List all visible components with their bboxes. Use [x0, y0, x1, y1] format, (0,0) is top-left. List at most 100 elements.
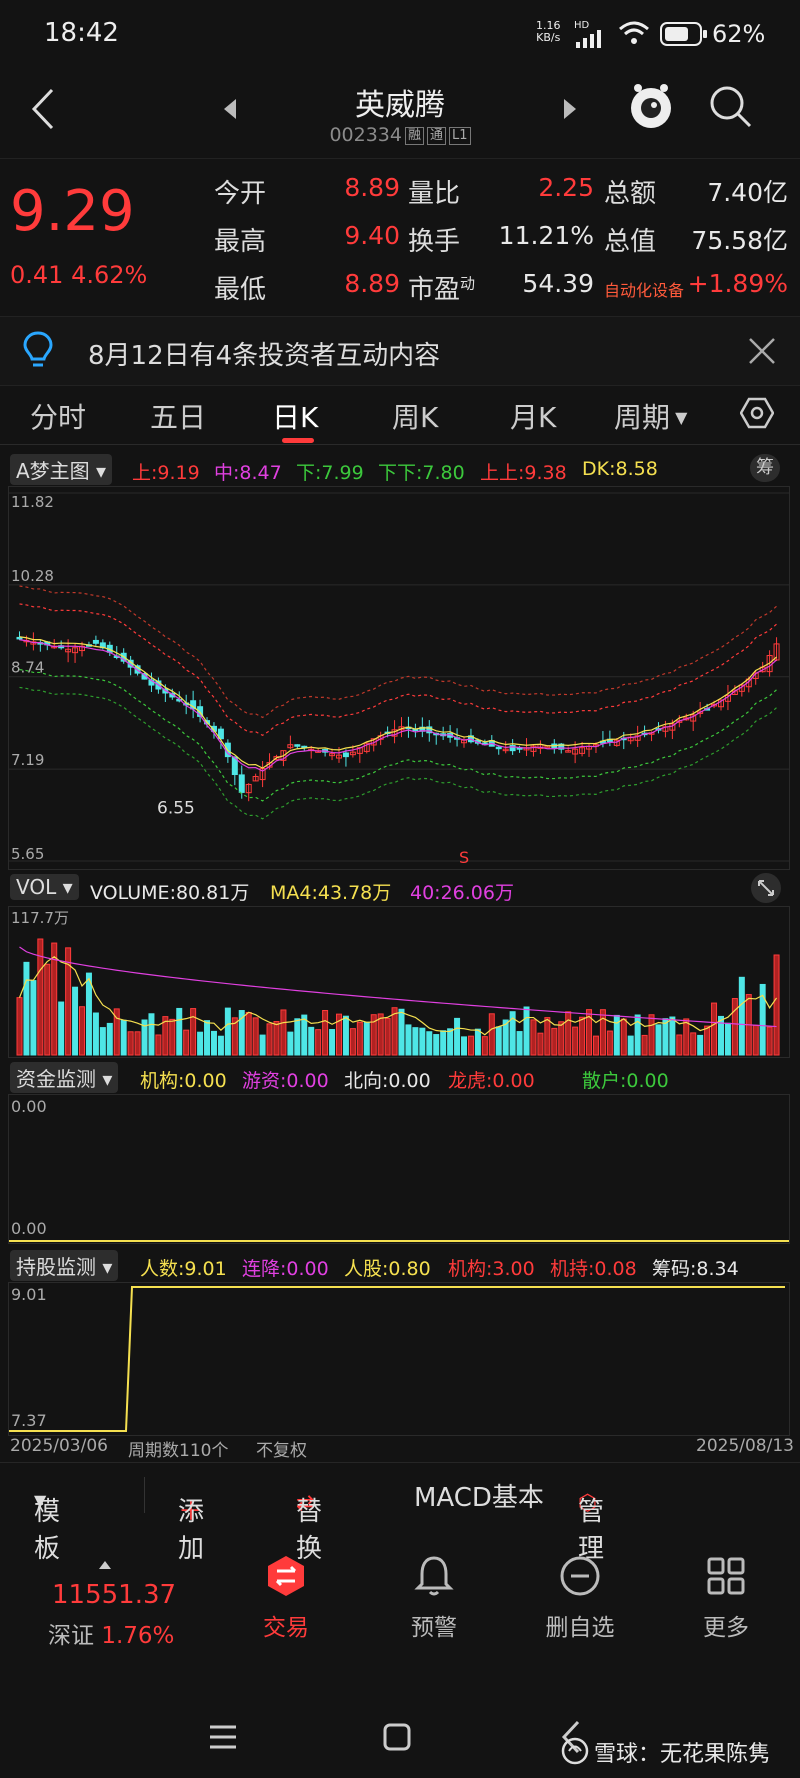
watermark-text: 雪球：无花果陈隽: [594, 1742, 771, 1767]
axis-adjust-mode[interactable]: 不复权: [256, 1436, 307, 1461]
investor-notice[interactable]: 8月12日有4条投资者互动内容: [0, 316, 800, 386]
sector-name[interactable]: 自动化设备: [604, 277, 684, 301]
volume-svg: 117.7万: [11, 909, 780, 1056]
ind-lower: 下:7.99: [296, 462, 364, 484]
volume-bar: [99, 1027, 106, 1056]
fund-indicator-dropdown[interactable]: 资金监测 ▾: [10, 1062, 119, 1093]
tab-monthly-k[interactable]: 月K: [510, 396, 556, 436]
volume-bar: [461, 1036, 468, 1056]
candle-body: [16, 636, 23, 640]
volume-bar: [419, 1027, 426, 1056]
volume-bar: [481, 1036, 488, 1056]
label-volume-ratio: 量比: [408, 179, 461, 209]
volume-bar: [183, 1029, 190, 1056]
holding-chart[interactable]: 9.01 7.37: [8, 1282, 790, 1436]
volume-bar: [530, 1019, 537, 1056]
settings-icon[interactable]: [740, 396, 774, 430]
holding-line: [9, 1286, 785, 1432]
volume-indicator-bar: VOL ▾ VOLUME:80.81万 MA4:43.78万 40:26.06万: [0, 872, 800, 904]
volume-bar: [259, 1034, 266, 1056]
mascot-icon[interactable]: [628, 80, 674, 132]
nav-alert[interactable]: 预警: [364, 1552, 504, 1642]
volume-bar: [516, 1031, 523, 1056]
volume-bar: [447, 1028, 454, 1056]
fund-indicator-name: 资金监测: [16, 1067, 96, 1091]
label-pe: 市盈动: [408, 269, 475, 306]
stock-name: 英威腾: [355, 88, 445, 123]
close-icon[interactable]: [748, 337, 776, 365]
volume-bar: [294, 1018, 301, 1056]
band-lower-lower: [19, 686, 777, 820]
fund-indicator-bar: 资金监测 ▾ 机构:0.00 游资:0.00 北向:0.00 龙虎:0.00 散…: [0, 1060, 800, 1093]
expand-icon[interactable]: [750, 872, 782, 904]
volume-bar: [544, 1017, 551, 1056]
nav-remove-watchlist[interactable]: 删自选: [510, 1552, 650, 1642]
tab-daily-k[interactable]: 日K: [272, 396, 318, 436]
volume-bar: [662, 1018, 669, 1056]
battery-icon: [660, 22, 707, 46]
candle-body: [238, 774, 245, 793]
volume-bar: [106, 1022, 113, 1056]
volume-bar: [44, 963, 51, 1056]
tab-period[interactable]: 周期 ▼: [614, 396, 687, 436]
volume-bar: [204, 1020, 211, 1056]
volume-bar: [405, 1024, 412, 1056]
caret-up-icon: [99, 1561, 111, 1569]
search-icon[interactable]: [708, 84, 754, 130]
nav-more[interactable]: 更多: [656, 1552, 796, 1642]
volume-bar: [322, 1010, 329, 1056]
value-open: 8.89: [344, 173, 400, 202]
volume-bar: [495, 1026, 502, 1056]
volume-chart[interactable]: 117.7万: [8, 906, 790, 1058]
volume-bar: [79, 1006, 86, 1056]
volume-bar: [717, 1015, 724, 1056]
kline-chart[interactable]: 11.82 10.28 8.74 7.19 5.65 6.55 S: [8, 486, 790, 870]
chip-distribution-button[interactable]: 筹: [750, 454, 780, 482]
volume-bar: [731, 998, 738, 1056]
index-value[interactable]: 11551.37: [52, 1580, 176, 1610]
holding-indicator-dropdown[interactable]: 持股监测 ▾: [10, 1250, 119, 1281]
tab-weekly-k[interactable]: 周K: [392, 396, 438, 436]
hold-per-person: 人股:0.80: [344, 1258, 431, 1280]
band-upper: [19, 603, 777, 736]
volume-indicator-name: VOL: [16, 875, 57, 899]
tab-five-day[interactable]: 五日: [150, 396, 206, 436]
hold-institution-holding: 机持:0.08: [550, 1258, 637, 1280]
next-stock-icon[interactable]: [562, 98, 578, 120]
main-indicator-dropdown[interactable]: A梦主图 ▾: [10, 454, 113, 485]
volume-bar: [683, 1018, 690, 1056]
volume-bar: [120, 1019, 127, 1056]
bottom-nav: 11551.37 深证 1.76% 交易 预警 删自选 更多: [0, 1552, 800, 1662]
net-speed-unit: KB/s: [536, 31, 561, 44]
tab-intraday[interactable]: 分时: [30, 396, 86, 436]
menu-icon[interactable]: [208, 1724, 238, 1750]
hold-chip: 筹码:8.34: [652, 1258, 739, 1280]
ind-lower-lower: 下下:7.80: [378, 462, 465, 484]
holding-indicator-bar: 持股监测 ▾ 人数:9.01 连降:0.00 人股:0.80 机构:3.00 机…: [0, 1248, 800, 1281]
volume-indicator-dropdown[interactable]: VOL ▾: [10, 874, 79, 900]
volume-bar: [440, 1030, 447, 1056]
volume-bar: [711, 1002, 718, 1056]
volume-bar: [148, 1013, 155, 1056]
chevron-down-icon: ▼: [670, 408, 688, 427]
snowball-logo-icon: [561, 1737, 589, 1765]
notice-text: 8月12日有4条投资者互动内容: [88, 341, 441, 371]
home-icon[interactable]: [382, 1722, 412, 1752]
value-turnover-amount: 7.40亿: [707, 178, 788, 207]
volume-bar: [467, 1035, 474, 1056]
axis-end-date: 2025/08/13: [696, 1436, 794, 1456]
macd-button[interactable]: MACD基本: [414, 1477, 544, 1514]
volume-bar: [558, 1021, 565, 1056]
tab-period-label: 周期: [614, 401, 671, 434]
label-turnover-rate: 换手: [408, 227, 461, 257]
volume-bar: [287, 1031, 294, 1056]
candle-body: [495, 746, 502, 750]
grid-icon: [707, 1557, 745, 1595]
volume-bar: [377, 1013, 384, 1056]
nav-trade-label: 交易: [263, 1615, 309, 1641]
value-high: 9.40: [344, 221, 400, 250]
volume-bar: [648, 1014, 655, 1056]
volume-bar: [134, 1031, 141, 1056]
fund-chart[interactable]: 0.00 0.00: [8, 1094, 790, 1244]
nav-trade[interactable]: 交易: [216, 1552, 356, 1642]
